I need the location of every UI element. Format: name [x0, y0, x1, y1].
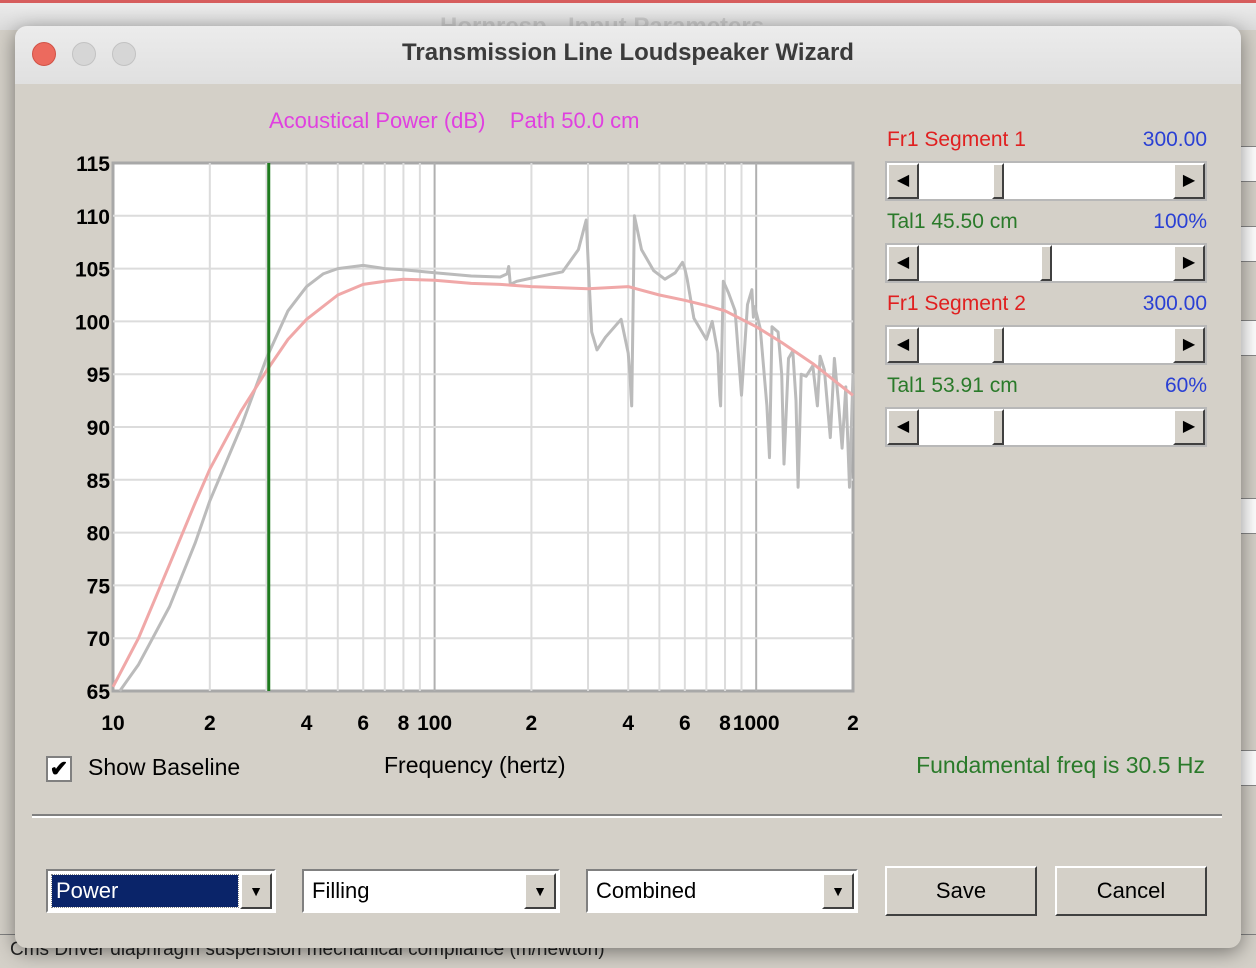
scroll-right-arrow-icon[interactable]: ▶: [1173, 163, 1205, 199]
show-baseline-label[interactable]: Show Baseline: [88, 754, 240, 781]
slider-tal1-1[interactable]: ◀ ▶: [885, 243, 1207, 283]
param-row-tal1-2: Tal1 53.91 cm 60%: [885, 374, 1207, 402]
parent-field-edge[interactable]: [1240, 226, 1256, 262]
power-chart: 1151101051009590858075706510 2 4 6 8 100 2 4 6 8 1…: [75, 153, 859, 732]
chart-title: Acoustical Power (dB) Path 50.0 cm: [269, 108, 640, 133]
x-tick-label: 8: [398, 712, 410, 732]
x-tick-label: 2: [847, 712, 859, 732]
parent-field-edge[interactable]: [1240, 320, 1256, 356]
y-tick-label: 75: [87, 575, 111, 598]
combined-select-value: Combined: [596, 878, 697, 903]
param-value: 300.00: [1142, 292, 1207, 315]
slider-fr1-segment-1[interactable]: ◀ ▶: [885, 161, 1207, 201]
y-tick-label: 105: [75, 259, 110, 282]
x-axis-label: Frequency (hertz): [384, 752, 566, 778]
y-tick-label: 95: [87, 364, 111, 387]
param-row-fr1-segment-2: Fr1 Segment 2 300.00: [885, 292, 1207, 320]
scroll-right-arrow-icon[interactable]: ▶: [1173, 327, 1205, 363]
view-select-value: Power: [51, 874, 239, 908]
y-tick-label: 115: [76, 153, 110, 176]
param-label: Tal1 45.50 cm: [887, 210, 1018, 233]
dialog-title: Transmission Line Loudspeaker Wizard: [402, 39, 854, 66]
x-tick-label: 100: [417, 712, 452, 732]
y-tick-label: 100: [75, 311, 110, 334]
param-label: Tal1 53.91 cm: [887, 374, 1018, 397]
filling-select-value: Filling: [312, 878, 370, 903]
parent-field-edge[interactable]: [1240, 498, 1256, 534]
separator: [32, 814, 1222, 818]
param-row-tal1-1: Tal1 45.50 cm 100%: [885, 210, 1207, 238]
x-tick-label: 1000: [733, 712, 780, 732]
y-tick-label: 65: [87, 681, 111, 704]
y-tick-label: 90: [87, 417, 110, 440]
param-label: Fr1 Segment 2: [887, 292, 1026, 315]
scroll-left-arrow-icon[interactable]: ◀: [887, 163, 919, 199]
chevron-down-icon[interactable]: ▼: [822, 873, 854, 909]
chevron-down-icon[interactable]: ▼: [240, 873, 272, 909]
x-tick-label: 8: [719, 712, 731, 732]
slider-tal1-2[interactable]: ◀ ▶: [885, 407, 1207, 447]
scroll-right-arrow-icon[interactable]: ▶: [1173, 409, 1205, 445]
save-button[interactable]: Save: [885, 866, 1037, 916]
fundamental-freq-text: Fundamental freq is 30.5 Hz: [916, 752, 1205, 778]
slider-thumb[interactable]: [992, 409, 1005, 445]
y-tick-label: 85: [87, 470, 111, 493]
parent-field-edge[interactable]: [1240, 146, 1256, 182]
view-select[interactable]: Power ▼: [46, 869, 276, 913]
wizard-dialog: Transmission Line Loudspeaker Wizard Aco…: [15, 26, 1241, 948]
param-value: 300.00: [1142, 128, 1207, 151]
x-tick-label: 2: [526, 712, 538, 732]
slider-thumb[interactable]: [1040, 245, 1052, 281]
x-tick-label: 4: [622, 712, 634, 732]
filling-select[interactable]: Filling ▼: [302, 869, 560, 913]
y-tick-label: 70: [87, 628, 110, 651]
combined-select[interactable]: Combined ▼: [586, 869, 858, 913]
x-tick-label: 6: [679, 712, 691, 732]
cancel-button[interactable]: Cancel: [1055, 866, 1207, 916]
scroll-left-arrow-icon[interactable]: ◀: [887, 327, 919, 363]
x-tick-label: 2: [204, 712, 216, 732]
param-value: 60%: [1164, 374, 1207, 397]
dialog-titlebar: Transmission Line Loudspeaker Wizard: [15, 26, 1241, 84]
slider-thumb[interactable]: [992, 327, 1005, 363]
parent-field-edge[interactable]: [1240, 750, 1256, 786]
show-baseline-checkbox[interactable]: ✔: [46, 756, 72, 782]
param-row-fr1-segment-1: Fr1 Segment 1 300.00: [885, 128, 1207, 156]
x-tick-label: 10: [101, 712, 124, 732]
param-label: Fr1 Segment 1: [887, 128, 1026, 151]
x-tick-label: 6: [357, 712, 369, 732]
slider-thumb[interactable]: [992, 163, 1005, 199]
x-tick-label: 4: [301, 712, 313, 732]
y-tick-label: 110: [76, 206, 110, 229]
param-value: 100%: [1153, 210, 1207, 233]
checkmark-icon: ✔: [49, 756, 69, 781]
scroll-left-arrow-icon[interactable]: ◀: [887, 409, 919, 445]
y-tick-label: 80: [87, 523, 110, 546]
scroll-left-arrow-icon[interactable]: ◀: [887, 245, 919, 281]
slider-fr1-segment-2[interactable]: ◀ ▶: [885, 325, 1207, 365]
scroll-right-arrow-icon[interactable]: ▶: [1173, 245, 1205, 281]
chevron-down-icon[interactable]: ▼: [524, 873, 556, 909]
